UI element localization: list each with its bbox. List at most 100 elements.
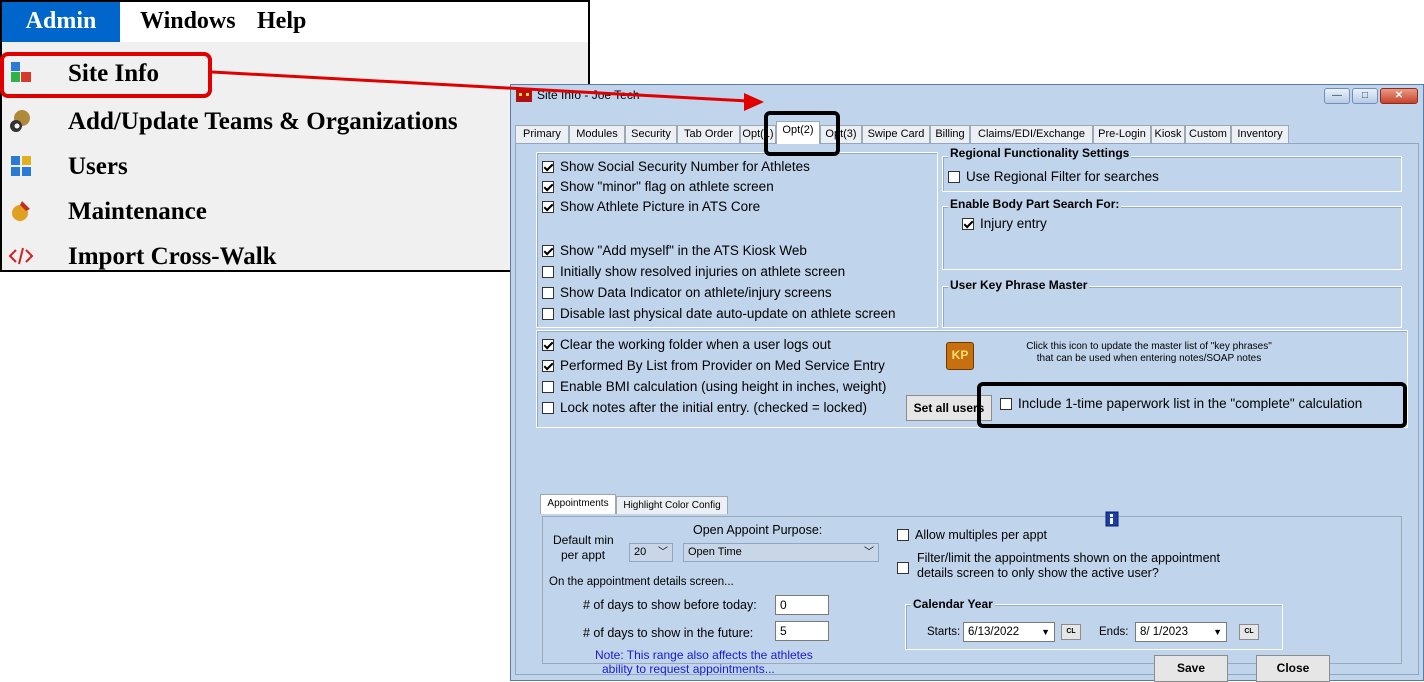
option-lock-notes[interactable]: Lock notes after the initial entry. (che… <box>542 398 867 418</box>
subtab-highlight-color[interactable]: Highlight Color Config <box>616 496 728 514</box>
ends-date-picker[interactable]: 8/ 1/2023 ▼ <box>1135 622 1227 642</box>
checkbox[interactable] <box>542 287 554 299</box>
tab-tab-order[interactable]: Tab Order <box>677 125 740 143</box>
admin-menu-panel: Admin Windows Help Site Info Add/Update … <box>0 0 590 272</box>
tab-primary[interactable]: Primary <box>515 125 569 143</box>
checkbox[interactable] <box>542 181 554 193</box>
tab-modules[interactable]: Modules <box>569 125 625 143</box>
starts-date-picker[interactable]: 6/13/2022 ▼ <box>963 622 1055 642</box>
starts-cl-button[interactable]: CL <box>1061 624 1081 640</box>
tab-pre-login[interactable]: Pre-Login <box>1093 125 1151 143</box>
checkbox[interactable] <box>897 529 909 541</box>
menu-item-label: Maintenance <box>68 198 207 225</box>
filter-line-1: Filter/limit the appointments shown on t… <box>917 551 1220 565</box>
option-injury-entry[interactable]: Injury entry <box>962 214 1047 234</box>
checkbox[interactable] <box>542 381 554 393</box>
menu-item-label: Import Cross-Walk <box>68 243 277 270</box>
menu-item-maintenance[interactable]: Maintenance <box>2 190 588 230</box>
maximize-button[interactable]: □ <box>1352 88 1378 104</box>
purpose-select[interactable]: Open Time ﹀ <box>683 543 879 562</box>
option-label: Use Regional Filter for searches <box>966 169 1159 184</box>
option-filter-active-user[interactable] <box>897 558 915 578</box>
option-label: Performed By List from Provider on Med S… <box>560 358 885 373</box>
checkbox[interactable] <box>948 171 960 183</box>
teams-icon <box>10 110 30 132</box>
chevron-down-icon: ﹀ <box>864 547 874 558</box>
option-show-ssn[interactable]: Show Social Security Number for Athletes <box>542 157 810 177</box>
title-bar[interactable]: Site Info - Joe Tech — □ ✕ <box>511 85 1423 107</box>
days-before-input[interactable]: 0 <box>775 595 829 615</box>
ends-date-value: 8/ 1/2023 <box>1140 626 1188 638</box>
option-data-indicator[interactable]: Show Data Indicator on athlete/injury sc… <box>542 283 832 303</box>
menu-windows[interactable]: Windows <box>140 2 236 42</box>
option-label: Enable BMI calculation (using height in … <box>560 379 887 394</box>
opt2-panel: Show Social Security Number for Athletes… <box>515 143 1419 676</box>
key-phrase-group <box>942 286 1402 328</box>
option-performed-by[interactable]: Performed By List from Provider on Med S… <box>542 356 885 376</box>
option-add-myself[interactable]: Show "Add myself" in the ATS Kiosk Web <box>542 241 807 261</box>
option-allow-multiples[interactable]: Allow multiples per appt <box>897 525 1047 545</box>
purpose-value: Open Time <box>688 546 742 558</box>
key-phrase-line-2: that can be used when entering notes/SOA… <box>1036 353 1262 364</box>
tab-swipe-card[interactable]: Swipe Card <box>862 125 930 143</box>
days-future-label: # of days to show in the future: <box>583 626 754 640</box>
option-athlete-picture[interactable]: Show Athlete Picture in ATS Core <box>542 197 760 217</box>
option-clear-working-folder[interactable]: Clear the working folder when a user log… <box>542 335 831 355</box>
option-paperwork-complete[interactable]: Include 1-time paperwork list in the "co… <box>1000 394 1362 414</box>
key-phrase-icon[interactable]: KP <box>946 342 974 370</box>
checkbox[interactable] <box>542 201 554 213</box>
opt2-tab-callout <box>764 111 840 156</box>
checkbox[interactable] <box>542 339 554 351</box>
option-resolved-injuries[interactable]: Initially show resolved injuries on athl… <box>542 262 845 282</box>
option-minor-flag[interactable]: Show "minor" flag on athlete screen <box>542 177 774 197</box>
users-icon <box>11 156 31 176</box>
option-regional-filter[interactable]: Use Regional Filter for searches <box>948 167 1159 187</box>
tab-claims[interactable]: Claims/EDI/Exchange <box>970 125 1093 143</box>
calendar-year-title: Calendar Year <box>911 597 995 611</box>
checkbox[interactable] <box>542 161 554 173</box>
menu-item-teams[interactable]: Add/Update Teams & Organizations <box>2 100 588 140</box>
tab-billing[interactable]: Billing <box>930 125 970 143</box>
option-label: Initially show resolved injuries on athl… <box>560 264 846 279</box>
tab-security[interactable]: Security <box>625 125 677 143</box>
site-info-callout <box>0 52 212 98</box>
option-label: Clear the working folder when a user log… <box>560 337 831 352</box>
filter-description: Filter/limit the appointments shown on t… <box>917 551 1220 581</box>
checkbox[interactable] <box>1000 398 1012 410</box>
checkbox[interactable] <box>542 308 554 320</box>
option-label: Show "minor" flag on athlete screen <box>560 179 774 194</box>
close-window-button[interactable]: ✕ <box>1380 88 1418 104</box>
option-label: Show "Add myself" in the ATS Kiosk Web <box>560 243 807 258</box>
note-line-2: ability to request appointments... <box>602 662 775 676</box>
option-disable-physical-date[interactable]: Disable last physical date auto-update o… <box>542 304 895 324</box>
checkbox[interactable] <box>542 360 554 372</box>
checkbox[interactable] <box>897 562 909 574</box>
tab-kiosk[interactable]: Kiosk <box>1151 125 1185 143</box>
save-button[interactable]: Save <box>1154 655 1228 682</box>
menu-help[interactable]: Help <box>257 2 306 42</box>
maintenance-icon <box>12 201 30 221</box>
dropdown-arrow-icon: ▼ <box>1213 627 1222 637</box>
days-future-input[interactable]: 5 <box>775 621 829 641</box>
code-icon <box>8 247 34 265</box>
option-label: Show Social Security Number for Athletes <box>560 159 810 174</box>
menu-item-users[interactable]: Users <box>2 145 588 185</box>
checkbox[interactable] <box>542 245 554 257</box>
subtab-appointments[interactable]: Appointments <box>540 494 616 514</box>
checkbox[interactable] <box>962 218 974 230</box>
menu-admin[interactable]: Admin <box>2 2 120 42</box>
tab-custom[interactable]: Custom <box>1185 125 1231 143</box>
key-phrase-line-1: Click this icon to update the master lis… <box>1026 341 1272 352</box>
default-min-select[interactable]: 20 ﹀ <box>629 543 673 562</box>
option-bmi[interactable]: Enable BMI calculation (using height in … <box>542 377 886 397</box>
ends-cl-button[interactable]: CL <box>1239 624 1259 640</box>
option-label: Include 1-time paperwork list in the "co… <box>1018 396 1363 411</box>
menu-item-import-cross-walk[interactable]: Import Cross-Walk <box>2 235 588 275</box>
info-book-icon[interactable] <box>1105 511 1119 527</box>
checkbox[interactable] <box>542 266 554 278</box>
minimize-button[interactable]: — <box>1324 88 1350 104</box>
tab-inventory[interactable]: Inventory <box>1231 125 1289 143</box>
close-button[interactable]: Close <box>1256 655 1330 682</box>
purpose-label: Open Appoint Purpose: <box>693 523 823 537</box>
checkbox[interactable] <box>542 402 554 414</box>
